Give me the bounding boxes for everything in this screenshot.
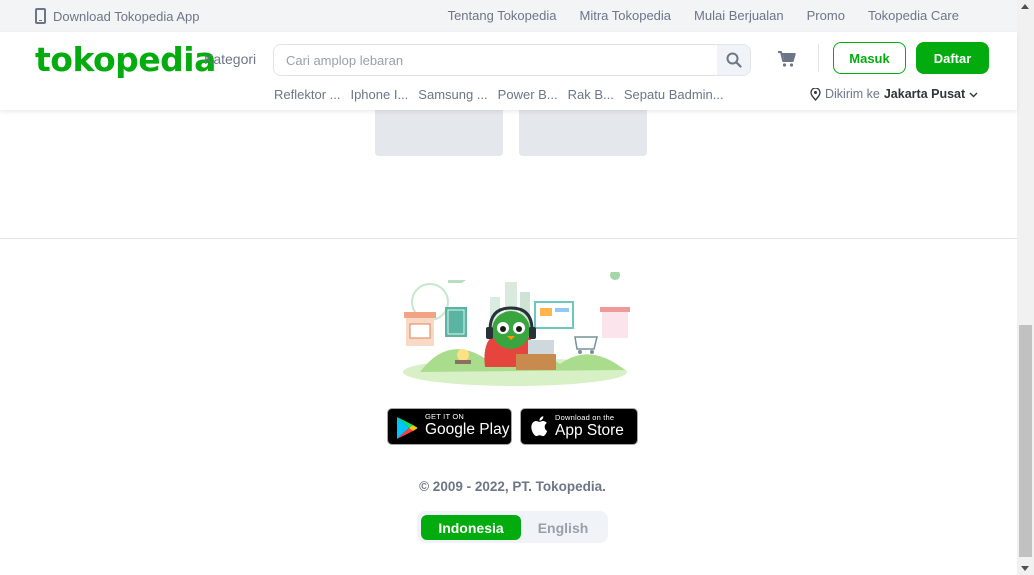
search-icon (726, 52, 742, 68)
kategori-menu[interactable]: Kategori (204, 51, 256, 67)
apple-icon (531, 416, 548, 437)
loading-placeholder (519, 110, 647, 156)
scrollbar-thumb[interactable] (1019, 325, 1032, 557)
tokopedia-logo[interactable]: tokopedia (35, 40, 216, 79)
suggestion-item[interactable]: Sepatu Badmin... (624, 87, 724, 102)
app-store-big-text: App Store (555, 422, 624, 439)
top-link-mulai-berjualan[interactable]: Mulai Berjualan (694, 8, 784, 23)
top-links: Tentang Tokopedia Mitra Tokopedia Mulai … (448, 8, 959, 23)
top-strip: Download Tokopedia App Tentang Tokopedia… (0, 0, 1017, 32)
suggestion-item[interactable]: Power B... (498, 87, 558, 102)
search-input[interactable] (274, 45, 718, 75)
header-divider (818, 44, 819, 72)
language-option-indonesia[interactable]: Indonesia (421, 515, 521, 540)
top-link-tentang[interactable]: Tentang Tokopedia (448, 8, 557, 23)
app-store-badge[interactable]: Download on the App Store (520, 408, 638, 445)
shipping-location-selector[interactable]: Dikirim ke Jakarta Pusat (810, 87, 978, 101)
footer-divider (0, 238, 1017, 239)
app-store-small-text: Download on the (555, 413, 615, 422)
page: Download Tokopedia App Tentang Tokopedia… (0, 0, 1034, 575)
google-play-icon (397, 417, 418, 439)
shipping-prefix: Dikirim ke (825, 87, 880, 101)
phone-icon (35, 8, 46, 24)
scroll-up-arrow-icon[interactable] (1021, 4, 1029, 9)
language-option-english[interactable]: English (521, 515, 605, 540)
suggestion-item[interactable]: Reflektor ... (274, 87, 340, 102)
chevron-down-icon (969, 92, 978, 97)
top-link-care[interactable]: Tokopedia Care (868, 8, 959, 23)
suggestion-item[interactable]: Rak B... (568, 87, 614, 102)
search-button[interactable] (717, 45, 750, 75)
main-header: tokopedia Kategori Masuk Daftar Reflekto… (0, 32, 1017, 110)
suggestion-item[interactable]: Samsung ... (418, 87, 487, 102)
google-play-small-text: GET IT ON (425, 412, 465, 421)
download-app-link[interactable]: Download Tokopedia App (35, 8, 200, 24)
suggestion-item[interactable]: Iphone I... (350, 87, 408, 102)
copyright-text: © 2009 - 2022, PT. Tokopedia. (419, 479, 606, 494)
login-button[interactable]: Masuk (833, 42, 906, 74)
location-pin-icon (810, 87, 821, 101)
loading-placeholder (375, 110, 503, 156)
scroll-down-arrow-icon[interactable] (1021, 566, 1029, 571)
shipping-location: Jakarta Pusat (883, 87, 966, 101)
top-link-promo[interactable]: Promo (807, 8, 845, 23)
footer-illustration (403, 272, 630, 386)
search-bar (273, 44, 751, 76)
cart-icon[interactable] (777, 49, 797, 69)
top-link-mitra[interactable]: Mitra Tokopedia (579, 8, 671, 23)
register-button[interactable]: Daftar (916, 42, 989, 74)
google-play-badge[interactable]: GET IT ON Google Play (387, 408, 512, 445)
google-play-big-text: Google Play (425, 421, 510, 438)
language-switcher: Indonesia English (417, 511, 608, 543)
page-scrollbar[interactable] (1017, 0, 1034, 575)
search-suggestions: Reflektor ... Iphone I... Samsung ... Po… (274, 87, 724, 102)
download-app-label: Download Tokopedia App (53, 8, 200, 24)
